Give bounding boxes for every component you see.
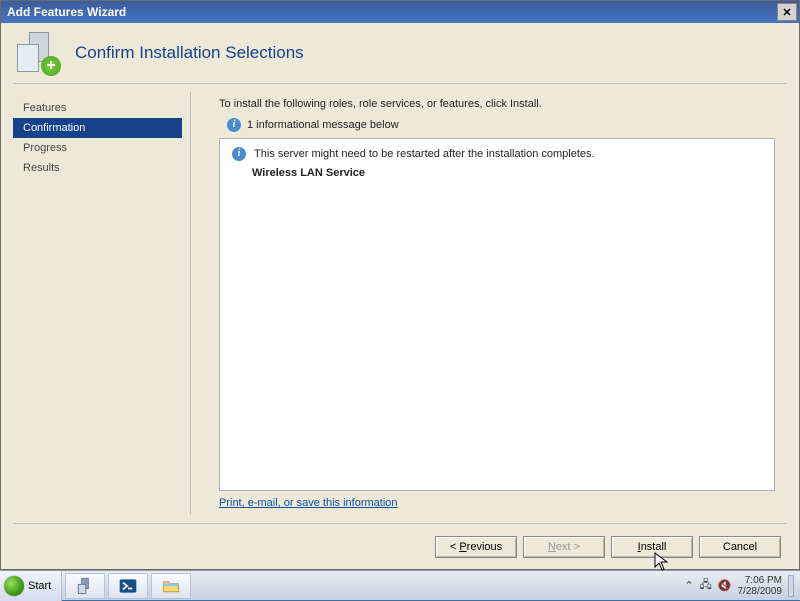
- sidebar-item-confirmation[interactable]: Confirmation: [13, 118, 182, 138]
- clock-time: 7:06 PM: [738, 575, 783, 586]
- taskbar-app-powershell[interactable]: [108, 573, 148, 599]
- previous-button[interactable]: < Previous: [435, 536, 517, 558]
- feature-item: Wireless LAN Service: [252, 167, 762, 179]
- start-label: Start: [28, 580, 51, 592]
- powershell-icon: [118, 576, 138, 596]
- selections-panel: i This server might need to be restarted…: [219, 138, 775, 491]
- taskbar-app-server-manager[interactable]: [65, 573, 105, 599]
- start-button[interactable]: Start: [0, 571, 62, 601]
- sidebar-item-features[interactable]: Features: [13, 98, 182, 118]
- network-icon[interactable]: 🖧: [700, 576, 712, 595]
- wizard-steps-sidebar: Features Confirmation Progress Results: [13, 92, 191, 515]
- info-count-label: 1 informational message below: [247, 119, 399, 131]
- cancel-button[interactable]: Cancel: [699, 536, 781, 558]
- sidebar-item-results[interactable]: Results: [13, 158, 182, 178]
- wizard-header: + Confirm Installation Selections: [1, 23, 799, 83]
- server-icon: [75, 576, 95, 596]
- info-icon: i: [232, 147, 246, 161]
- windows-orb-icon: [4, 576, 24, 596]
- chevron-icon[interactable]: ⌃: [684, 579, 693, 592]
- main-content: To install the following roles, role ser…: [191, 92, 787, 515]
- volume-muted-icon[interactable]: 🔇: [718, 579, 732, 592]
- install-button[interactable]: Install: [611, 536, 693, 558]
- wizard-footer: < Previous Next > Install Cancel: [13, 523, 787, 569]
- wizard-icon: +: [15, 30, 61, 76]
- folder-icon: [161, 576, 181, 596]
- system-tray: ⌃ 🖧 🔇 7:06 PM 7/28/2009: [684, 575, 800, 597]
- show-desktop[interactable]: [788, 575, 794, 597]
- instruction-text: To install the following roles, role ser…: [219, 98, 775, 110]
- clock-date: 7/28/2009: [738, 586, 783, 597]
- window-title: Add Features Wizard: [7, 5, 126, 19]
- taskbar-app-explorer[interactable]: [151, 573, 191, 599]
- page-title: Confirm Installation Selections: [75, 43, 304, 63]
- save-info-link[interactable]: Print, e-mail, or save this information: [219, 497, 775, 509]
- titlebar[interactable]: Add Features Wizard ✕: [1, 1, 799, 23]
- restart-notice: This server might need to be restarted a…: [254, 148, 595, 160]
- info-icon: i: [227, 118, 241, 132]
- sidebar-item-progress[interactable]: Progress: [13, 138, 182, 158]
- next-button: Next >: [523, 536, 605, 558]
- clock[interactable]: 7:06 PM 7/28/2009: [738, 575, 783, 597]
- wizard-window: Add Features Wizard ✕ + Confirm Installa…: [0, 0, 800, 570]
- close-button[interactable]: ✕: [777, 3, 797, 21]
- taskbar: Start ⌃ 🖧 🔇 7:06 PM 7/28/2009: [0, 570, 800, 600]
